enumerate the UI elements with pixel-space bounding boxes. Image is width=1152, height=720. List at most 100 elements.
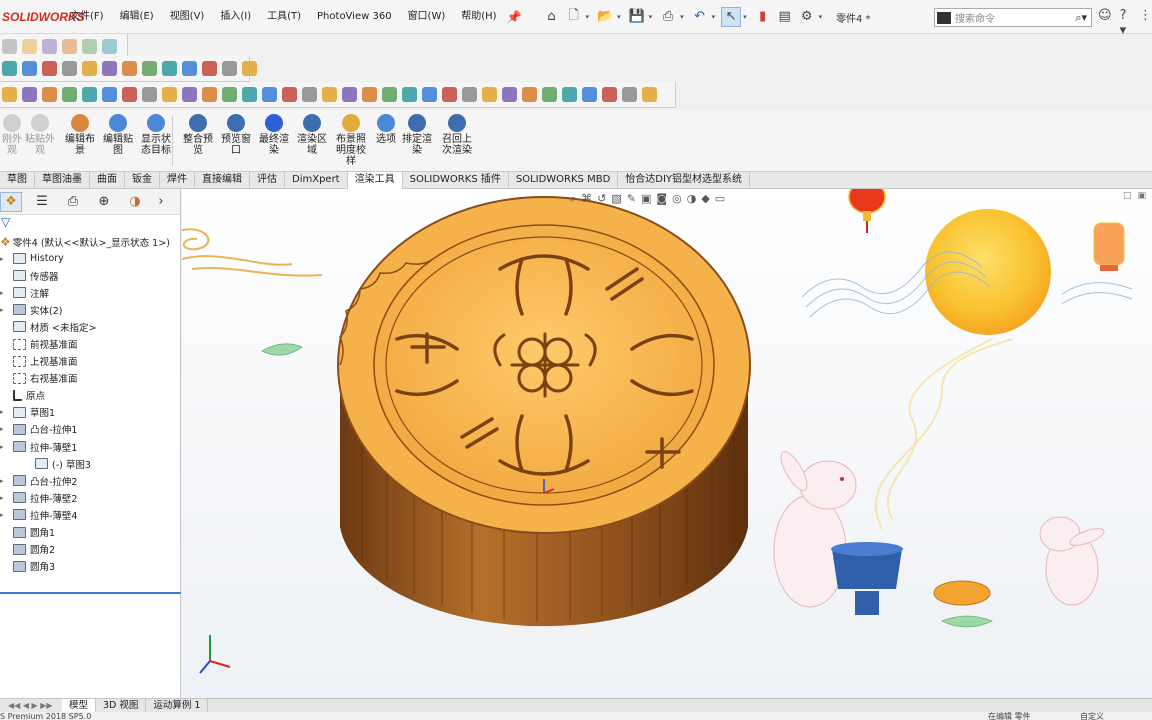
menu-item[interactable]: 视图(V) (162, 0, 213, 34)
menu-item[interactable]: 插入(I) (212, 0, 259, 34)
apply-scene-icon[interactable]: ◆ (701, 192, 709, 206)
user-icon[interactable]: ☺ (1098, 8, 1112, 38)
menu-item[interactable]: 工具(T) (259, 0, 309, 34)
toolbar-tool-icon[interactable] (22, 87, 37, 102)
tab-2[interactable]: 曲面 (90, 172, 125, 189)
file-properties-icon[interactable]: ▤ (775, 7, 795, 27)
toolbar-tool-icon[interactable] (62, 61, 77, 76)
section-view-icon[interactable]: ▧ (611, 192, 621, 206)
tree-item[interactable]: ▸ 拉伸-薄壁4 (0, 506, 180, 523)
view-orientation-icon[interactable]: ▣ (641, 192, 651, 206)
toolbar-tool-icon[interactable] (102, 61, 117, 76)
tab-5[interactable]: 直接编辑 (195, 172, 250, 189)
status-units[interactable]: 自定义 (1080, 712, 1104, 720)
search-commands-box[interactable]: 搜索命令 ⌕▾ (934, 8, 1092, 27)
hide-show-items-icon[interactable]: ◎ (672, 192, 682, 206)
expand-arrow-icon[interactable]: ▸ (0, 511, 8, 519)
select-pointer-icon[interactable]: ↖ (721, 6, 742, 27)
expand-arrow-icon[interactable]: ▸ (0, 477, 8, 485)
expand-arrow-icon[interactable]: ▸ (0, 443, 8, 451)
graphics-viewport[interactable]: ⌕ ⌘ ↺ ▧ ✎ ▣ ◙ ◎ ◑ ◆ ▭ □ ▣ (182, 189, 1152, 698)
chevron-right-icon[interactable]: › (155, 192, 167, 212)
toolbar-tool-icon[interactable] (402, 87, 417, 102)
tree-item[interactable]: 上视基准面 (0, 353, 180, 370)
bottom-tab-0[interactable]: 模型 (62, 699, 97, 712)
edit-appearance-icon[interactable]: ◑ (687, 192, 697, 206)
toolbar-tool-icon[interactable] (22, 39, 37, 54)
tree-root[interactable]: ❖ 零件4 (默认<<默认>_显示状态 1>) (0, 233, 180, 250)
view-settings-icon[interactable]: ▭ (715, 192, 725, 206)
tab-7[interactable]: DimXpert (285, 172, 348, 189)
preview-window-button[interactable]: 预览窗 口 (216, 114, 256, 156)
toolbar-tool-icon[interactable] (122, 61, 137, 76)
expand-arrow-icon[interactable]: ▸ (0, 494, 8, 502)
expand-arrow-icon[interactable]: ▸ (0, 425, 8, 433)
property-manager-icon[interactable]: ☰ (31, 192, 53, 212)
tree-item[interactable]: ▸ 注解 (0, 284, 180, 301)
toolbar-tool-icon[interactable] (582, 87, 597, 102)
toolbar-tool-icon[interactable] (162, 61, 177, 76)
scene-illumination-button[interactable]: 布景照 明度校 样 (331, 114, 371, 167)
tab-0[interactable]: 草图 (0, 172, 35, 189)
paste-appearance-button[interactable]: 粘贴外 观 (20, 114, 60, 156)
toolbar-tool-icon[interactable] (42, 87, 57, 102)
tree-item[interactable]: 传感器 (0, 267, 180, 284)
help-icon[interactable]: ?▾ (1120, 8, 1131, 38)
toolbar-tool-icon[interactable] (202, 87, 217, 102)
expand-arrow-icon[interactable]: ▸ (0, 289, 8, 297)
open-icon[interactable]: 📂 (595, 7, 615, 27)
edit-scene-button[interactable]: 编辑布 景 (60, 114, 100, 156)
chevron-down-icon[interactable]: ▾ (649, 13, 653, 21)
expand-arrow-icon[interactable]: ▸ (0, 306, 8, 314)
toolbar-tool-icon[interactable] (142, 87, 157, 102)
mooncake-model[interactable] (337, 196, 751, 627)
toolbar-tool-icon[interactable] (142, 61, 157, 76)
menu-item[interactable]: 编辑(E) (112, 0, 162, 34)
restore-icon[interactable]: □ (1123, 191, 1132, 201)
filter-icon[interactable]: ▽ (0, 215, 180, 233)
tab-10[interactable]: SOLIDWORKS MBD (509, 172, 619, 189)
tree-item[interactable]: ▸ History (0, 250, 180, 267)
toolbar-tool-icon[interactable] (62, 87, 77, 102)
chevron-down-icon[interactable]: ▾ (819, 13, 823, 21)
pin-icon[interactable]: 📌 (507, 10, 522, 24)
toolbar-tool-icon[interactable] (562, 87, 577, 102)
expand-arrow-icon[interactable]: ▸ (0, 408, 8, 416)
undo-icon[interactable]: ↶ (690, 7, 710, 27)
toolbar-tool-icon[interactable] (102, 39, 117, 54)
tree-item[interactable]: 原点 (0, 387, 180, 404)
tree-item[interactable]: (-) 草图3 (0, 455, 180, 472)
display-manager-icon[interactable]: ◑ (124, 192, 146, 212)
tree-item[interactable]: ▸ 拉伸-薄壁2 (0, 489, 180, 506)
maximize-icon[interactable]: ▣ (1137, 191, 1146, 201)
toolbar-tool-icon[interactable] (222, 61, 237, 76)
toolbar-tool-icon[interactable] (602, 87, 617, 102)
tree-item[interactable]: 右视基准面 (0, 370, 180, 387)
dynamic-annotation-icon[interactable]: ✎ (627, 192, 636, 206)
toolbar-tool-icon[interactable] (462, 87, 477, 102)
home-icon[interactable]: ⌂ (542, 7, 562, 27)
tab-scroll-arrows[interactable]: ◀◀ ◀ ▶ ▶▶ (0, 701, 62, 710)
zoom-area-icon[interactable]: ⌘ (581, 192, 592, 206)
print-icon[interactable]: ⎙ (658, 7, 678, 27)
chevron-down-icon[interactable]: ▾ (680, 13, 684, 21)
toolbar-tool-icon[interactable] (42, 39, 57, 54)
schedule-render-button[interactable]: 排定渲 染 (397, 114, 437, 156)
menu-item[interactable]: PhotoView 360 (309, 0, 400, 34)
bottom-tab-2[interactable]: 运动算例 1 (146, 699, 209, 712)
expand-arrow-icon[interactable]: ▸ (0, 255, 8, 263)
toolbar-tool-icon[interactable] (182, 87, 197, 102)
chevron-down-icon[interactable]: ▾ (712, 13, 716, 21)
toolbar-tool-icon[interactable] (262, 87, 277, 102)
menu-item[interactable]: 窗口(W) (400, 0, 454, 34)
toolbar-tool-icon[interactable] (622, 87, 637, 102)
toolbar-tool-icon[interactable] (282, 87, 297, 102)
rollback-bar[interactable] (0, 592, 181, 594)
toolbar-tool-icon[interactable] (502, 87, 517, 102)
chevron-down-icon[interactable]: ▾ (617, 13, 621, 21)
toolbar-tool-icon[interactable] (362, 87, 377, 102)
chevron-down-icon[interactable]: ▾ (586, 13, 590, 21)
tab-11[interactable]: 怡合达DIY铝型材选型系统 (618, 172, 751, 189)
options-gear-icon[interactable]: ⚙ (797, 7, 817, 27)
feature-manager-icon[interactable]: ❖ (0, 191, 22, 212)
